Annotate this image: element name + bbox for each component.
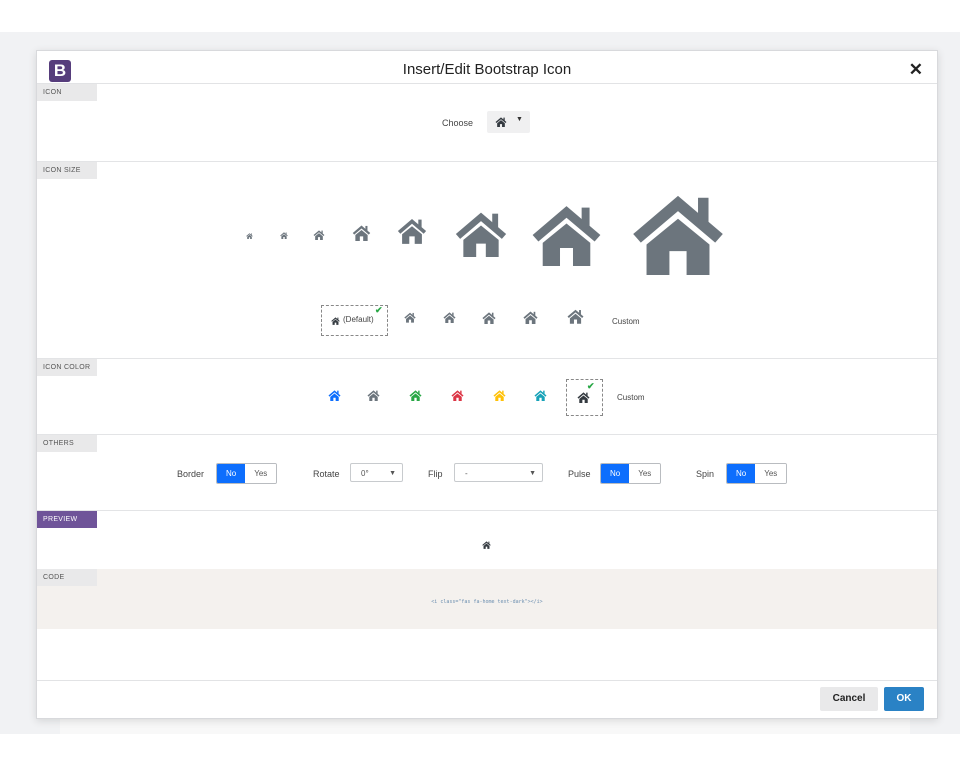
- size-custom-option[interactable]: Custom: [612, 317, 640, 326]
- pulse-no-button[interactable]: No: [601, 464, 630, 483]
- color-custom-option[interactable]: Custom: [617, 393, 645, 402]
- icon-size-section: ICON SIZE (Default) ✔ Custom: [37, 162, 937, 359]
- icon-size-section-label: ICON SIZE: [37, 162, 97, 179]
- spin-label: Spin: [696, 469, 715, 479]
- pulse-label: Pulse: [568, 469, 591, 479]
- home-icon: [331, 317, 340, 325]
- color-swatch-dark[interactable]: ✔: [566, 379, 603, 416]
- home-icon-size-4x: [530, 204, 603, 266]
- home-icon-size-1x: [313, 230, 325, 240]
- insert-icon-dialog: Insert/Edit Bootstrap Icon B ✕ ICON Choo…: [36, 50, 938, 719]
- border-toggle: No Yes: [216, 463, 278, 484]
- flip-value: -: [465, 469, 468, 478]
- color-swatch-warning[interactable]: [493, 390, 506, 401]
- preview-section-label: PREVIEW: [37, 511, 97, 528]
- home-icon-size-5x: [627, 193, 729, 275]
- home-icon-size-lg: [352, 225, 371, 241]
- others-section-label: OTHERS: [37, 435, 97, 452]
- choose-label: Choose: [442, 118, 474, 128]
- cancel-button[interactable]: Cancel: [820, 687, 878, 711]
- icon-color-section-label: ICON COLOR: [37, 359, 97, 376]
- color-swatch-primary[interactable]: [328, 390, 341, 401]
- dialog-header: Insert/Edit Bootstrap Icon B ✕: [37, 51, 937, 84]
- home-icon-size-3x: [454, 211, 508, 257]
- size-default-label: (Default): [343, 315, 374, 324]
- checkmark-icon: ✔: [375, 305, 383, 315]
- rotate-label: Rotate: [313, 469, 340, 479]
- size-option-3x[interactable]: [482, 312, 496, 324]
- home-icon-size-2x: [397, 218, 427, 244]
- icon-section-label: ICON: [37, 84, 97, 101]
- color-swatch-success[interactable]: [409, 390, 422, 401]
- icon-section: ICON Choose ▼: [37, 84, 937, 162]
- size-option-lg[interactable]: [404, 312, 416, 323]
- home-icon: [495, 117, 507, 127]
- footer-divider: [37, 680, 937, 681]
- flip-label: Flip: [428, 469, 443, 479]
- home-icon-size-xs: [246, 233, 253, 239]
- spin-no-button[interactable]: No: [727, 464, 756, 483]
- border-label: Border: [177, 469, 205, 479]
- preview-section: PREVIEW: [37, 511, 937, 568]
- others-section: OTHERS Border No Yes Rotate 0° ▼ Flip - ▼…: [37, 435, 937, 511]
- spin-toggle: No Yes: [726, 463, 788, 484]
- flip-select[interactable]: - ▼: [454, 463, 543, 482]
- code-section-label: CODE: [37, 569, 97, 586]
- border-no-button[interactable]: No: [217, 464, 246, 483]
- chevron-down-icon: ▼: [516, 116, 523, 123]
- home-icon-preview: [482, 541, 491, 549]
- bootstrap-logo-icon: B: [49, 60, 71, 82]
- choose-icon-dropdown[interactable]: ▼: [487, 111, 530, 133]
- pulse-yes-button[interactable]: Yes: [629, 464, 661, 483]
- checkmark-icon: ✔: [587, 381, 595, 391]
- rotate-value: 0°: [361, 469, 369, 478]
- pulse-toggle: No Yes: [600, 463, 662, 484]
- color-swatch-secondary[interactable]: [367, 390, 380, 401]
- icon-color-section: ICON COLOR ✔ Custom: [37, 359, 937, 435]
- home-icon: [577, 392, 590, 403]
- home-icon-size-sm: [280, 232, 288, 239]
- close-icon[interactable]: ✕: [909, 61, 923, 79]
- code-section: CODE <i class="fas fa-home text-dark"></…: [37, 569, 937, 629]
- border-yes-button[interactable]: Yes: [245, 464, 277, 483]
- color-swatch-info[interactable]: [534, 390, 547, 401]
- code-snippet: <i class="fas fa-home text-dark"></i>: [431, 599, 543, 605]
- size-option-4x[interactable]: [523, 311, 538, 324]
- size-option-2x[interactable]: [443, 312, 456, 323]
- size-option-5x[interactable]: [567, 309, 584, 324]
- chevron-down-icon: ▼: [389, 470, 396, 477]
- chevron-down-icon: ▼: [529, 470, 536, 477]
- size-option-default[interactable]: (Default) ✔: [321, 305, 388, 336]
- ok-button[interactable]: OK: [884, 687, 924, 711]
- rotate-select[interactable]: 0° ▼: [350, 463, 403, 482]
- spin-yes-button[interactable]: Yes: [755, 464, 787, 483]
- color-swatch-danger[interactable]: [451, 390, 464, 401]
